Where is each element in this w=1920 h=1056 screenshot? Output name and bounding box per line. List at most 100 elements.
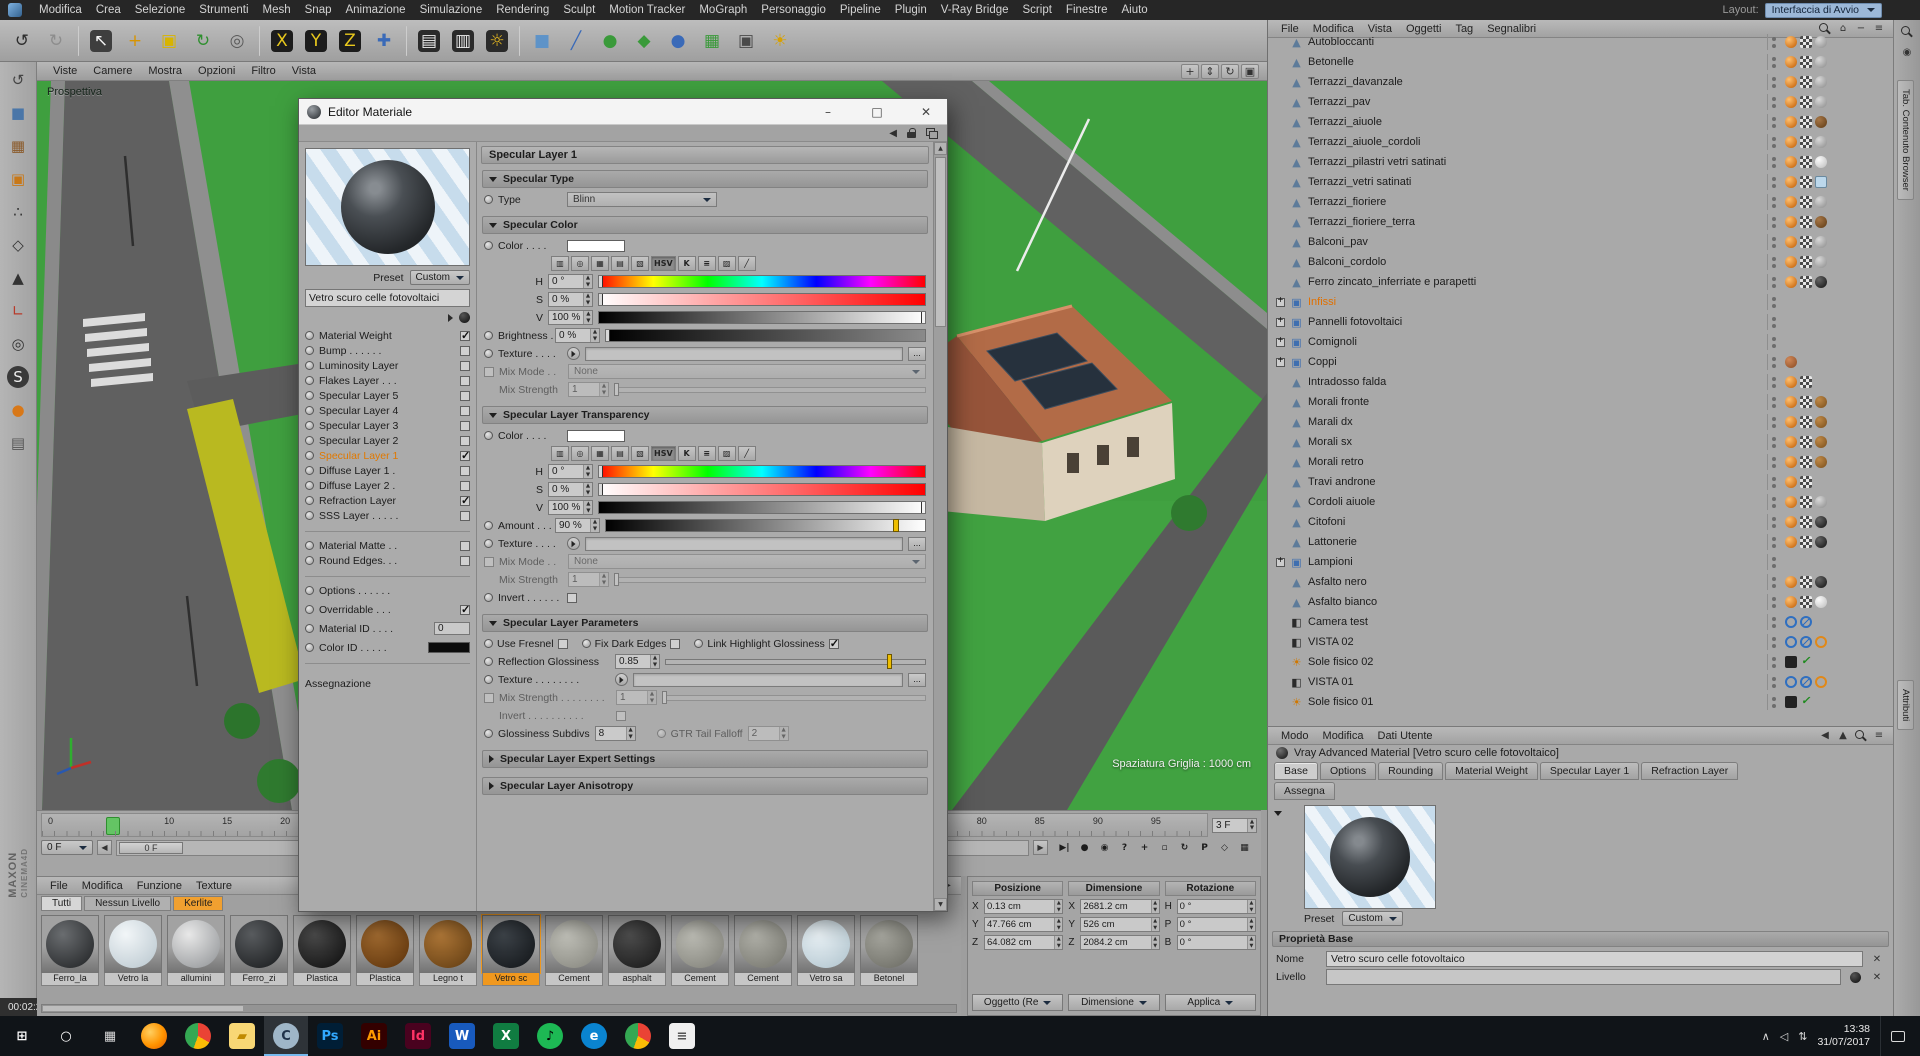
coordinate-header[interactable]: Posizione xyxy=(972,881,1064,896)
spline-pen-icon[interactable]: ╱ xyxy=(560,24,592,58)
lock-z-icon[interactable]: Z xyxy=(334,24,366,58)
channel-checkbox[interactable] xyxy=(460,420,470,431)
texture-arrow-button[interactable] xyxy=(567,537,580,550)
collapsed-section-header[interactable]: Specular Layer Expert Settings xyxy=(482,750,928,768)
channel-row[interactable]: Bump . . . . . . xyxy=(305,343,470,358)
channel-row[interactable]: Diffuse Layer 2 . xyxy=(305,478,470,493)
deformer-icon[interactable]: ◆ xyxy=(628,24,660,58)
channel-row[interactable]: Material Matte . . xyxy=(305,538,470,553)
undo-icon[interactable]: ↺ xyxy=(6,24,38,58)
object-tag-icon[interactable] xyxy=(1800,276,1812,288)
object-name[interactable]: Morali retro xyxy=(1308,456,1763,468)
key-parameter-icon[interactable]: P xyxy=(1196,839,1213,856)
object-tag-icon[interactable] xyxy=(1800,236,1812,248)
material-thumbnail[interactable]: Ferro_la xyxy=(41,915,99,1001)
goto-end-icon[interactable]: ▶| xyxy=(1056,839,1073,856)
visibility-dots[interactable] xyxy=(1772,56,1780,68)
render-picture-viewer-icon[interactable]: ▥ xyxy=(447,24,479,58)
hue-slider[interactable] xyxy=(598,465,926,478)
object-name[interactable]: Betonelle xyxy=(1308,56,1763,68)
object-name[interactable]: Citofoni xyxy=(1308,516,1763,528)
expander-icon[interactable] xyxy=(1276,335,1285,347)
object-tag-icon[interactable] xyxy=(1785,356,1797,368)
object-row[interactable]: Coppi xyxy=(1268,352,1893,372)
separator[interactable] xyxy=(78,25,79,56)
menu-item[interactable]: Sculpt xyxy=(556,4,602,16)
object-tag-icon[interactable] xyxy=(1785,396,1797,408)
live-selection-icon[interactable]: ↖ xyxy=(85,24,117,58)
add-primitive-cube-icon[interactable]: ■ xyxy=(526,24,558,58)
overridable-checkbox[interactable] xyxy=(460,603,470,616)
channel-row[interactable]: Flakes Layer . . . xyxy=(305,373,470,388)
object-name[interactable]: Terrazzi_vetri satinati xyxy=(1308,176,1763,188)
object-name[interactable]: Comignoli xyxy=(1308,336,1763,348)
object-tag-icon[interactable] xyxy=(1785,616,1797,628)
channel-checkbox[interactable] xyxy=(460,390,470,401)
material-thumbnail[interactable]: Cement xyxy=(671,915,729,1001)
object-tag-icon[interactable] xyxy=(1815,676,1827,688)
object-tag-icon[interactable] xyxy=(1815,136,1827,148)
coordinate-field[interactable]: 526 cm ▲ ▼ xyxy=(1080,917,1160,932)
material-thumbnail[interactable]: Ferro_zi xyxy=(230,915,288,1001)
object-tag-icon[interactable] xyxy=(1785,496,1797,508)
channel-label[interactable]: Specular Layer 1 xyxy=(319,450,455,462)
object-tag-icon[interactable] xyxy=(1785,76,1797,88)
menu-item[interactable]: MoGraph xyxy=(692,4,754,16)
channel-enable-icon[interactable] xyxy=(305,541,314,550)
object-tag-icon[interactable] xyxy=(1785,696,1797,708)
menu-item[interactable]: Modo xyxy=(1274,730,1316,742)
visibility-dots[interactable] xyxy=(1772,636,1780,648)
channel-row[interactable]: Refraction Layer xyxy=(305,493,470,508)
visibility-dots[interactable] xyxy=(1772,96,1780,108)
channel-row[interactable]: Diffuse Layer 1 . xyxy=(305,463,470,478)
visibility-dots[interactable] xyxy=(1772,676,1780,688)
channel-checkbox[interactable] xyxy=(460,449,470,462)
firefox-icon[interactable] xyxy=(132,1016,176,1056)
object-tag-icon[interactable] xyxy=(1815,96,1827,108)
texture-field[interactable] xyxy=(585,536,903,551)
object-row[interactable]: Terrazzi_davanzale xyxy=(1268,72,1893,92)
visibility-dots[interactable] xyxy=(1772,196,1780,208)
channel-row[interactable]: Luminosity Layer xyxy=(305,358,470,373)
value-slider[interactable] xyxy=(598,311,926,324)
timeline-window-icon[interactable]: ▦ xyxy=(1236,839,1253,856)
eyedropper-icon[interactable]: ╱ xyxy=(737,256,756,271)
menu-item[interactable]: Personaggio xyxy=(754,4,833,16)
invert-checkbox[interactable] xyxy=(567,592,577,603)
visibility-dots[interactable] xyxy=(1772,456,1780,468)
object-tag-icon[interactable] xyxy=(1800,596,1812,608)
object-tag-icon[interactable] xyxy=(1800,436,1812,448)
object-tag-icon[interactable] xyxy=(1800,116,1812,128)
viewport-menu-item[interactable]: Viste xyxy=(45,65,85,77)
object-row[interactable]: Betonelle xyxy=(1268,52,1893,72)
visibility-dots[interactable] xyxy=(1772,296,1780,308)
object-name[interactable]: Terrazzi_fioriere xyxy=(1308,196,1763,208)
material-thumbnail[interactable]: Vetro sc xyxy=(481,914,541,1001)
color-swatch[interactable] xyxy=(567,429,625,442)
material-hscrollbar[interactable] xyxy=(41,1004,957,1013)
mix-strength-slider[interactable] xyxy=(614,383,926,396)
object-tag-icon[interactable] xyxy=(1785,476,1797,488)
clear-icon[interactable]: ✕ xyxy=(1869,952,1885,966)
channel-enable-icon[interactable] xyxy=(305,421,314,430)
object-name[interactable]: VISTA 01 xyxy=(1308,676,1763,688)
object-tag-icon[interactable] xyxy=(1815,576,1827,588)
hue-field[interactable]: 0 ° ▲ ▼ xyxy=(548,274,593,289)
render-view-icon[interactable]: ▤ xyxy=(413,24,445,58)
object-tag-icon[interactable] xyxy=(1785,36,1797,48)
object-row[interactable]: Terrazzi_fioriere_terra xyxy=(1268,212,1893,232)
channel-checkbox[interactable] xyxy=(460,360,470,371)
object-tag-icon[interactable] xyxy=(1815,256,1827,268)
presets-icon[interactable]: ▨ xyxy=(717,446,736,461)
object-tag-icon[interactable] xyxy=(1800,516,1812,528)
saturation-field[interactable]: 0 % ▲ ▼ xyxy=(548,292,593,307)
object-name[interactable]: Pannelli fotovoltaici xyxy=(1308,316,1763,328)
object-name[interactable]: Terrazzi_aiuole xyxy=(1308,116,1763,128)
visibility-dots[interactable] xyxy=(1772,496,1780,508)
axis-mode-icon[interactable]: ∟ xyxy=(4,297,32,325)
separator[interactable] xyxy=(259,25,260,56)
object-row[interactable]: Terrazzi_pilastri vetri satinati xyxy=(1268,152,1893,172)
channel-enable-icon[interactable] xyxy=(305,376,314,385)
object-tag-icon[interactable] xyxy=(1800,616,1812,628)
view-name-label[interactable]: Prospettiva xyxy=(47,86,102,98)
